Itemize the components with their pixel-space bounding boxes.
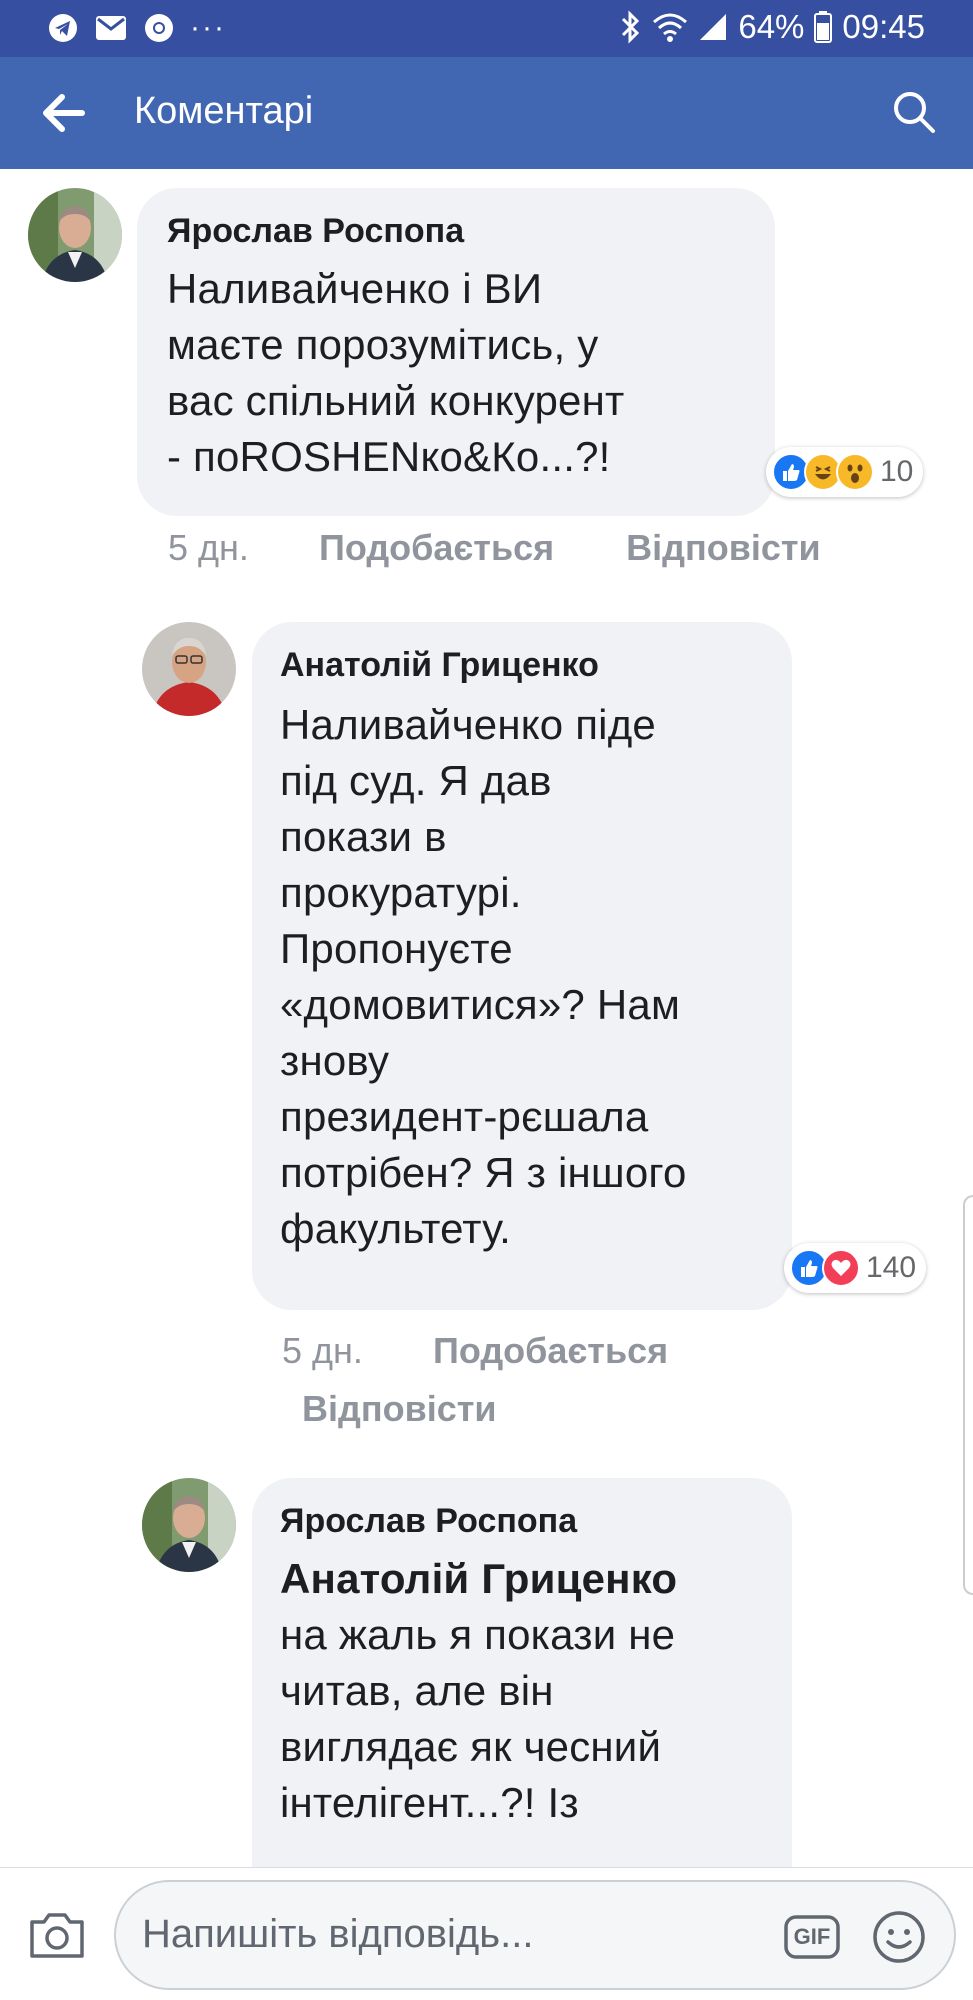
page-title: Коментарі [134,90,314,132]
bluetooth-icon [620,10,642,44]
camera-icon [30,1913,84,1958]
comment-line: вас спільний конкурент [167,377,625,424]
reaction-count: 140 [866,1251,917,1284]
comment-text: Наливайченко і ВИ маєте порозумітись, у … [167,261,745,485]
reply-button[interactable]: Відповісти [302,1388,497,1429]
avatar[interactable] [142,622,236,716]
emoji-button[interactable] [872,1910,926,1964]
comment-bubble: Ярослав Роспопа Анатолій Гриценко на жал… [252,1478,792,1898]
search-button[interactable] [891,89,937,135]
comment-bubble: Анатолій Гриценко Наливайченко піде під … [252,622,792,1310]
comment-line: президент-рєшала [280,1093,649,1140]
status-bar-right: 64% 09:45 [620,8,925,46]
comment-line: під суд. Я дав [280,757,552,804]
comment-line: - поROSHENко&Ко...?! [167,433,611,480]
scrollbar-thumb[interactable] [963,1195,973,1595]
comment-timestamp: 5 дн. [168,527,249,568]
reply-button[interactable]: Відповісти [626,527,821,568]
comment-line: маєте порозумітись, у [167,321,599,368]
signal-icon [698,12,728,42]
telegram-icon [46,11,80,45]
chrome-icon [142,11,176,45]
comment-author[interactable]: Ярослав Роспопа [167,212,745,251]
comment-line: Наливайченко і ВИ [167,265,543,312]
smiley-icon [873,1911,925,1963]
wifi-icon [652,12,688,42]
comment-line: Наливайченко піде [280,701,656,748]
comment-line: факультету. [280,1205,512,1252]
like-button[interactable]: Подобається [319,527,554,568]
mention-link[interactable]: Анатолій Гриценко [280,1551,764,1607]
comment-line: «домовитися»? Нам [280,981,681,1028]
comment-line: читав, але він [280,1667,554,1714]
reaction-count: 10 [880,455,914,488]
comment-author[interactable]: Ярослав Роспопа [280,1502,764,1541]
battery-percent: 64% [738,8,805,45]
avatar[interactable] [28,188,122,282]
comment-author[interactable]: Анатолій Гриценко [280,646,764,685]
comment-line: Пропонуєте [280,925,513,972]
comment-bubble: Ярослав Роспопа Наливайченко і ВИ маєте … [137,188,775,516]
arrow-left-icon [43,94,85,132]
reactions-summary[interactable]: 140 [784,1243,927,1293]
comment-meta: 5 дн. Подобається Відповісти [282,1322,842,1438]
mail-icon [94,11,128,45]
reactions-summary[interactable]: 10 [766,447,924,497]
reply-input[interactable]: Напишіть відповідь... GIF [114,1880,956,1990]
battery-icon [814,11,833,43]
comment-line: прокуратурі. [280,869,522,916]
comment-text: Анатолій Гриценко на жаль я покази не чи… [280,1551,764,1831]
back-button[interactable] [40,91,88,135]
comment-line: інтелігент...?! Із [280,1779,579,1826]
status-bar-left: ··· [46,11,226,45]
comment-line: на жаль я покази не [280,1611,676,1658]
reply-composer: Напишіть відповідь... GIF [0,1867,973,2000]
comment-line: виглядає як чесний [280,1723,662,1770]
like-button[interactable]: Подобається [433,1330,668,1371]
gif-label: GIF [793,1924,831,1949]
comment-line: знову [280,1037,390,1084]
comment-timestamp: 5 дн. [282,1330,363,1371]
reply-placeholder: Напишіть відповідь... [142,1912,534,1956]
search-icon [894,92,935,133]
avatar[interactable] [142,1478,236,1572]
gif-button[interactable]: GIF [784,1915,840,1959]
comment-meta: 5 дн. Подобається Відповісти [168,527,928,569]
love-reaction-icon [822,1249,860,1287]
wow-reaction-icon [836,453,874,491]
app-header: Коментарі [0,57,973,169]
more-notifications-dots: ··· [190,11,226,44]
comment-line: покази в [280,813,447,860]
comment-line: потрібен? Я з іншого [280,1149,687,1196]
camera-button[interactable] [28,1910,86,1960]
clock: 09:45 [842,8,925,45]
status-bar: ··· 64% 09:45 [0,0,973,57]
comment-text: Наливайченко піде під суд. Я дав покази … [280,697,764,1257]
